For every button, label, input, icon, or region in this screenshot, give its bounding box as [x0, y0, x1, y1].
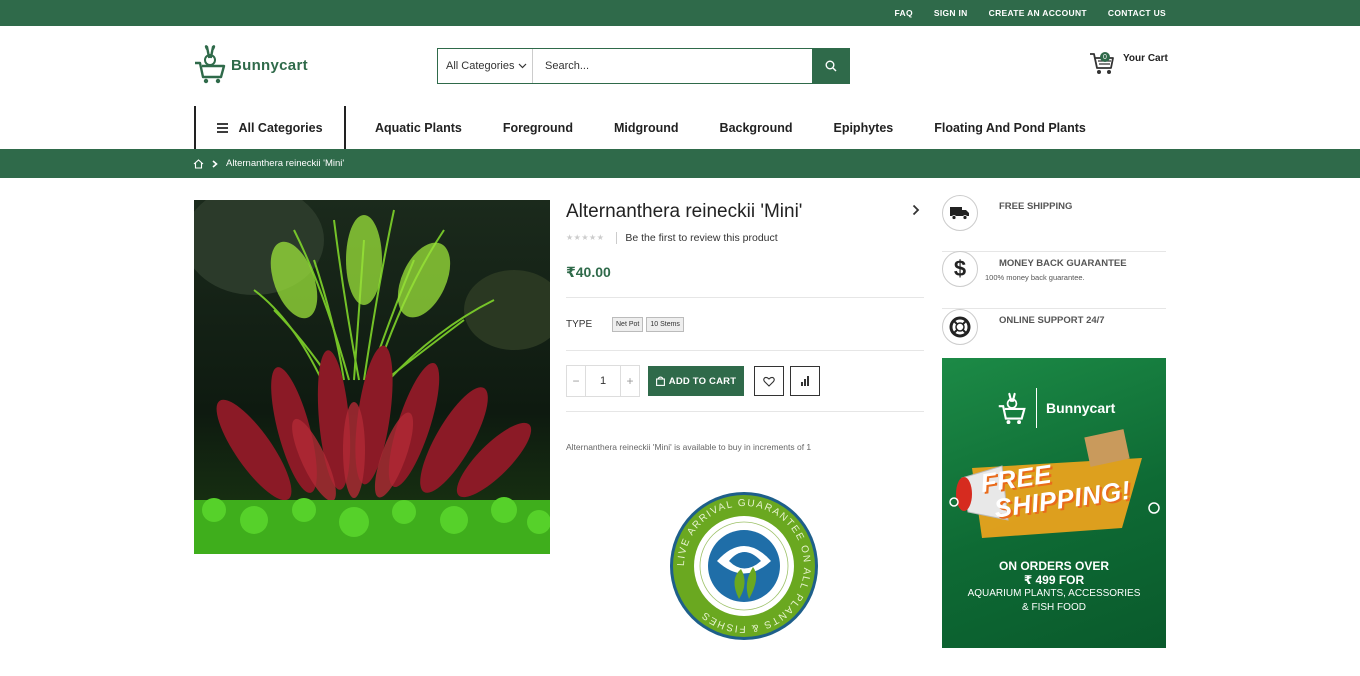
- nav-items: Aquatic Plants Foreground Midground Back…: [375, 106, 1127, 149]
- create-account-link[interactable]: CREATE AN ACCOUNT: [989, 8, 1087, 18]
- type-label: TYPE: [566, 318, 593, 330]
- breadcrumb-current: Alternanthera reineckii 'Mini': [226, 158, 345, 169]
- logo-text: Bunnycart: [231, 56, 308, 74]
- cart-button[interactable]: 0 Your Cart: [1089, 50, 1168, 76]
- bunny-cart-logo-icon: [998, 392, 1026, 425]
- option-10-stems[interactable]: 10 Stems: [646, 316, 684, 332]
- banner-text-4: & FISH FOOD: [1022, 602, 1086, 613]
- category-select-label: All Categories: [446, 60, 515, 72]
- service-icon-wrap: [942, 195, 978, 231]
- service-title: FREE SHIPPING: [999, 201, 1073, 212]
- plant-photo: [194, 200, 550, 554]
- nav-item-aquatic-plants[interactable]: Aquatic Plants: [375, 121, 462, 135]
- service-subtitle: 100% money back guarantee.: [985, 273, 1085, 282]
- home-icon[interactable]: [193, 158, 204, 169]
- divider: [566, 411, 924, 412]
- next-product-icon[interactable]: [912, 204, 920, 216]
- category-select[interactable]: All Categories: [438, 49, 533, 83]
- banner-logo-text: Bunnycart: [1046, 400, 1116, 416]
- banner-text-3: AQUARIUM PLANTS, ACCESSORIES: [967, 588, 1141, 599]
- top-bar: FAQ SIGN IN CREATE AN ACCOUNT CONTACT US: [0, 0, 1360, 26]
- qty-increase-button[interactable]: +: [621, 366, 639, 396]
- sign-in-link[interactable]: SIGN IN: [934, 8, 968, 18]
- product-rating: ★★★★★ Be the first to review this produc…: [566, 232, 924, 244]
- header: Bunnycart All Categories 0 Your Cart: [0, 26, 1360, 106]
- type-options: TYPE Net Pot 10 Stems: [566, 298, 924, 350]
- cart-label: Your Cart: [1123, 53, 1168, 64]
- qty-input[interactable]: 1: [585, 366, 621, 396]
- all-categories-label: All Categories: [238, 120, 323, 135]
- live-arrival-seal-graphic: LIVE ARRIVAL GUARANTEE ON ALL PLANTS & F…: [670, 492, 818, 640]
- purchase-actions: − 1 + ADD TO CART: [566, 351, 924, 411]
- top-links: FAQ SIGN IN CREATE AN ACCOUNT CONTACT US: [895, 0, 1167, 26]
- service-features: FREE SHIPPING $ MONEY BACK GUARANTEE 100…: [942, 195, 1166, 366]
- service-icon-wrap: $: [942, 251, 978, 287]
- site-logo[interactable]: Bunnycart: [193, 45, 308, 85]
- add-to-cart-label: ADD TO CART: [668, 375, 737, 387]
- service-title: MONEY BACK GUARANTEE: [999, 258, 1127, 269]
- bag-icon: [655, 376, 665, 386]
- faq-link[interactable]: FAQ: [895, 8, 913, 18]
- service-free-shipping: FREE SHIPPING: [942, 195, 1166, 252]
- banner-logo: Bunnycart: [997, 388, 1115, 428]
- search-button[interactable]: [812, 49, 849, 83]
- free-shipping-banner[interactable]: Bunnycart FREE SHIPPING! ON ORDERS OVER …: [942, 358, 1166, 648]
- all-categories-menu[interactable]: All Categories: [194, 106, 346, 149]
- service-icon-wrap: [942, 309, 978, 345]
- availability-note: Alternanthera reineckii 'Mini' is availa…: [566, 442, 812, 452]
- nav-item-midground[interactable]: Midground: [614, 121, 679, 135]
- search-bar: All Categories: [437, 48, 850, 84]
- qty-decrease-button[interactable]: −: [567, 366, 585, 396]
- product-title: Alternanthera reineckii 'Mini': [566, 201, 803, 222]
- chevron-down-icon: [519, 63, 527, 69]
- nav-item-floating-pond-plants[interactable]: Floating And Pond Plants: [934, 121, 1086, 135]
- rating-stars: ★★★★★: [566, 232, 618, 244]
- nav-item-foreground[interactable]: Foreground: [503, 121, 573, 135]
- lifebuoy-icon: [949, 316, 971, 338]
- live-arrival-seal: LIVE ARRIVAL GUARANTEE ON ALL PLANTS & F…: [669, 491, 819, 646]
- product-info: Alternanthera reineckii 'Mini' ★★★★★ Be …: [566, 200, 924, 452]
- cart-count-badge: 0: [1100, 52, 1110, 62]
- nav-item-epiphytes[interactable]: Epiphytes: [833, 121, 893, 135]
- product-image[interactable]: [194, 200, 550, 554]
- breadcrumb: Alternanthera reineckii 'Mini': [0, 149, 1360, 178]
- compare-button[interactable]: [790, 366, 820, 396]
- search-icon: [825, 60, 836, 72]
- service-title: ONLINE SUPPORT 24/7: [999, 315, 1105, 326]
- truck-icon: [950, 207, 969, 220]
- banner-text-1: ON ORDERS OVER: [998, 559, 1109, 573]
- product-price: ₹40.00: [566, 264, 611, 280]
- bar-chart-icon: [801, 376, 809, 386]
- heart-icon: [763, 376, 775, 387]
- banner-logo-divider: [1036, 388, 1037, 428]
- hamburger-icon: [217, 122, 229, 133]
- quantity-stepper: − 1 +: [566, 365, 640, 397]
- banner-text-2: ₹ 499 FOR: [1023, 573, 1085, 587]
- nav-item-background[interactable]: Background: [720, 121, 793, 135]
- review-link[interactable]: Be the first to review this product: [625, 232, 777, 244]
- add-to-cart-button[interactable]: ADD TO CART: [648, 366, 744, 396]
- main-nav: All Categories Aquatic Plants Foreground…: [0, 106, 1360, 149]
- wishlist-button[interactable]: [754, 366, 784, 396]
- bunny-cart-logo-icon: [195, 45, 226, 84]
- option-net-pot[interactable]: Net Pot: [612, 316, 644, 332]
- service-money-back: $ MONEY BACK GUARANTEE 100% money back g…: [942, 251, 1166, 309]
- chevron-right-icon: [212, 159, 218, 168]
- dollar-icon: $: [953, 256, 967, 281]
- search-input[interactable]: [533, 49, 812, 83]
- contact-us-link[interactable]: CONTACT US: [1108, 8, 1166, 18]
